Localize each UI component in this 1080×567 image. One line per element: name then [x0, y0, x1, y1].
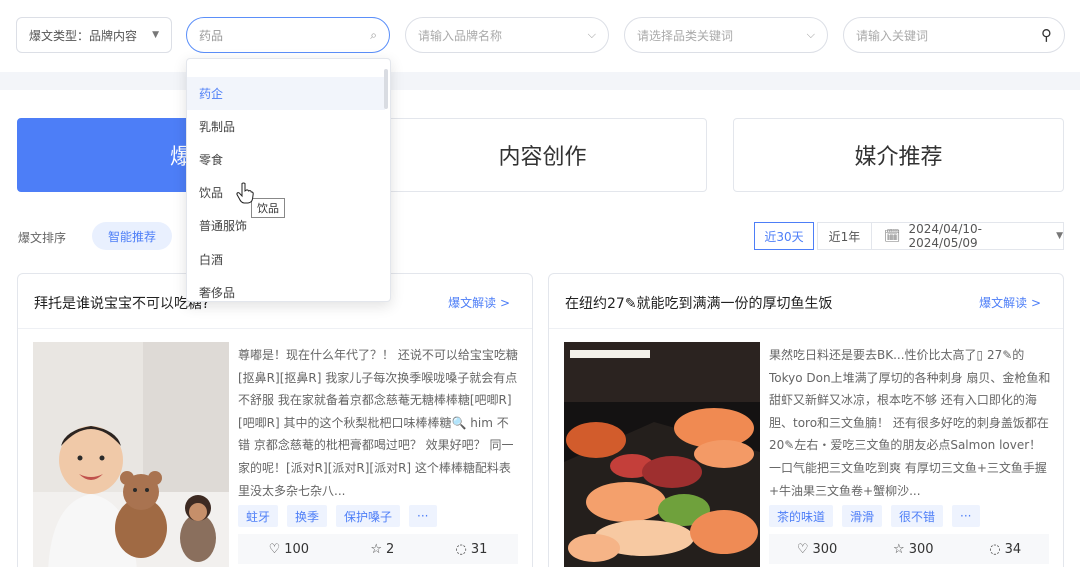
- dropdown-option-luxury[interactable]: 奢侈品: [187, 276, 385, 301]
- comment-icon: ◌: [455, 541, 467, 557]
- range-30-days-button[interactable]: 近30天: [754, 222, 814, 250]
- tag[interactable]: 很不错: [891, 505, 944, 527]
- dropdown-option-baijiu[interactable]: 白酒: [187, 243, 385, 276]
- range-1-year-button[interactable]: 近1年: [817, 222, 871, 250]
- keyword-placeholder: 请输入关键词: [856, 28, 929, 43]
- article-body: 尊嘟是！现在什么年代了？！ 还说不可以给宝宝吃糖[抠鼻R][抠鼻R] 我家儿子每…: [238, 348, 518, 498]
- filter-bar: 爆文类型：品牌内容 ▼ 药品 ⌕ 请输入品牌名称 ⌵ 请选择品类关键词 ⌵ 请输…: [0, 0, 1080, 72]
- category-keyword-select[interactable]: 请选择品类关键词 ⌵: [624, 17, 828, 53]
- favorites-count: 300: [908, 541, 934, 557]
- tag[interactable]: 滑滑: [842, 505, 883, 527]
- dropdown-option-apparel[interactable]: 普通服饰: [187, 209, 385, 242]
- chevron-down-icon: ⌵: [587, 28, 596, 41]
- caret-down-icon: ▼: [152, 30, 159, 40]
- comments-stat: ◌ 31: [455, 542, 487, 557]
- comments-count: 31: [470, 541, 488, 557]
- article-insight-link[interactable]: 爆文解读 >: [979, 294, 1041, 311]
- content-type-select[interactable]: 爆文类型：品牌内容 ▼: [16, 17, 172, 53]
- hand-cursor-icon: [236, 182, 254, 204]
- drug-category-placeholder: 药品: [199, 28, 224, 43]
- article-card[interactable]: 拜托是谁说宝宝不可以吃糖? 爆文解读 > 尊嘟是！现在什么年代了？！ 还说不可以…: [17, 273, 533, 567]
- favorites-stat: ☆ 2: [370, 542, 394, 557]
- sort-smart-recommend[interactable]: 智能推荐: [92, 222, 172, 250]
- brand-name-input[interactable]: 请输入品牌名称 ⌵: [405, 17, 609, 53]
- tab-label: 内容创作: [498, 145, 587, 170]
- tag[interactable]: 茶的味道: [769, 505, 834, 527]
- divider: [18, 328, 532, 329]
- tab-content-creation[interactable]: 内容创作: [378, 118, 707, 192]
- tag[interactable]: 蛀牙: [238, 505, 279, 527]
- tab-media-recommend[interactable]: 媒介推荐: [733, 118, 1064, 192]
- tab-label: 媒介推荐: [854, 145, 943, 170]
- likes-count: 300: [812, 541, 838, 557]
- dropdown-option-pharma[interactable]: 药企: [187, 77, 385, 110]
- tag-list: 蛀牙 换季 保护嗓子 ···: [238, 505, 437, 527]
- tag-more[interactable]: ···: [409, 505, 437, 527]
- keyword-search-input[interactable]: 请输入关键词 ⚲: [843, 17, 1065, 53]
- brand-name-placeholder: 请输入品牌名称: [418, 28, 503, 43]
- category-keyword-placeholder: 请选择品类关键词: [637, 28, 734, 43]
- article-stats: ♡ 300 ☆ 300 ◌ 34: [769, 534, 1049, 564]
- star-icon: ☆: [893, 541, 905, 557]
- tag[interactable]: 保护嗓子: [336, 505, 401, 527]
- article-thumbnail[interactable]: [33, 342, 229, 567]
- chevron-down-icon: ⌵: [806, 28, 815, 41]
- heart-icon: ♡: [268, 541, 281, 557]
- article-thumbnail[interactable]: [564, 342, 760, 567]
- article-stats: ♡ 100 ☆ 2 ◌ 31: [238, 534, 518, 564]
- tag[interactable]: 换季: [287, 505, 328, 527]
- search-icon: ⌕: [370, 27, 377, 42]
- drug-category-dropdown: 药企 乳制品 零食 饮品 普通服饰 白酒 奢侈品: [186, 58, 391, 302]
- tag-more[interactable]: ···: [952, 505, 980, 527]
- article-insight-link[interactable]: 爆文解读 >: [448, 294, 510, 311]
- search-icon[interactable]: ⚲: [1041, 26, 1052, 44]
- comments-stat: ◌ 34: [989, 542, 1021, 557]
- likes-stat: ♡ 300: [797, 542, 837, 557]
- divider: [549, 328, 1063, 329]
- option-tooltip: 饮品: [251, 198, 285, 218]
- drug-category-input[interactable]: 药品 ⌕: [186, 17, 390, 53]
- sort-label: 爆文排序: [18, 231, 67, 245]
- heart-icon: ♡: [796, 541, 809, 557]
- likes-stat: ♡ 100: [269, 542, 309, 557]
- caret-down-icon: ▼: [1056, 231, 1063, 241]
- date-range-picker[interactable]: 🗓 2024/04/10-2024/05/09 ▼: [871, 222, 1064, 250]
- favorites-count: 2: [385, 541, 395, 557]
- article-body: 果然吃日料还是要去BK...性价比太高了▯ 27✎的Tokyo Don上堆满了厚…: [769, 348, 1051, 498]
- dropdown-option-dairy[interactable]: 乳制品: [187, 110, 385, 143]
- date-range-value: 2024/04/10-2024/05/09: [908, 222, 983, 250]
- article-title: 在纽约27✎就能吃到满满一份的厚切鱼生饭: [565, 296, 833, 312]
- comments-count: 34: [1004, 541, 1022, 557]
- dropdown-scrollbar[interactable]: [384, 69, 388, 109]
- likes-count: 100: [284, 541, 310, 557]
- favorites-stat: ☆ 300: [893, 542, 933, 557]
- comment-icon: ◌: [989, 541, 1001, 557]
- content-type-label: 爆文类型：品牌内容: [29, 28, 138, 43]
- dropdown-option-snacks[interactable]: 零食: [187, 143, 385, 176]
- tag-list: 茶的味道 滑滑 很不错 ···: [769, 505, 980, 527]
- article-card[interactable]: 在纽约27✎就能吃到满满一份的厚切鱼生饭 爆文解读 > 果然吃日料还是要去BK.…: [548, 273, 1064, 567]
- star-icon: ☆: [370, 541, 382, 557]
- dropdown-option-drinks[interactable]: 饮品: [187, 176, 385, 209]
- calendar-icon: 🗓: [884, 228, 901, 244]
